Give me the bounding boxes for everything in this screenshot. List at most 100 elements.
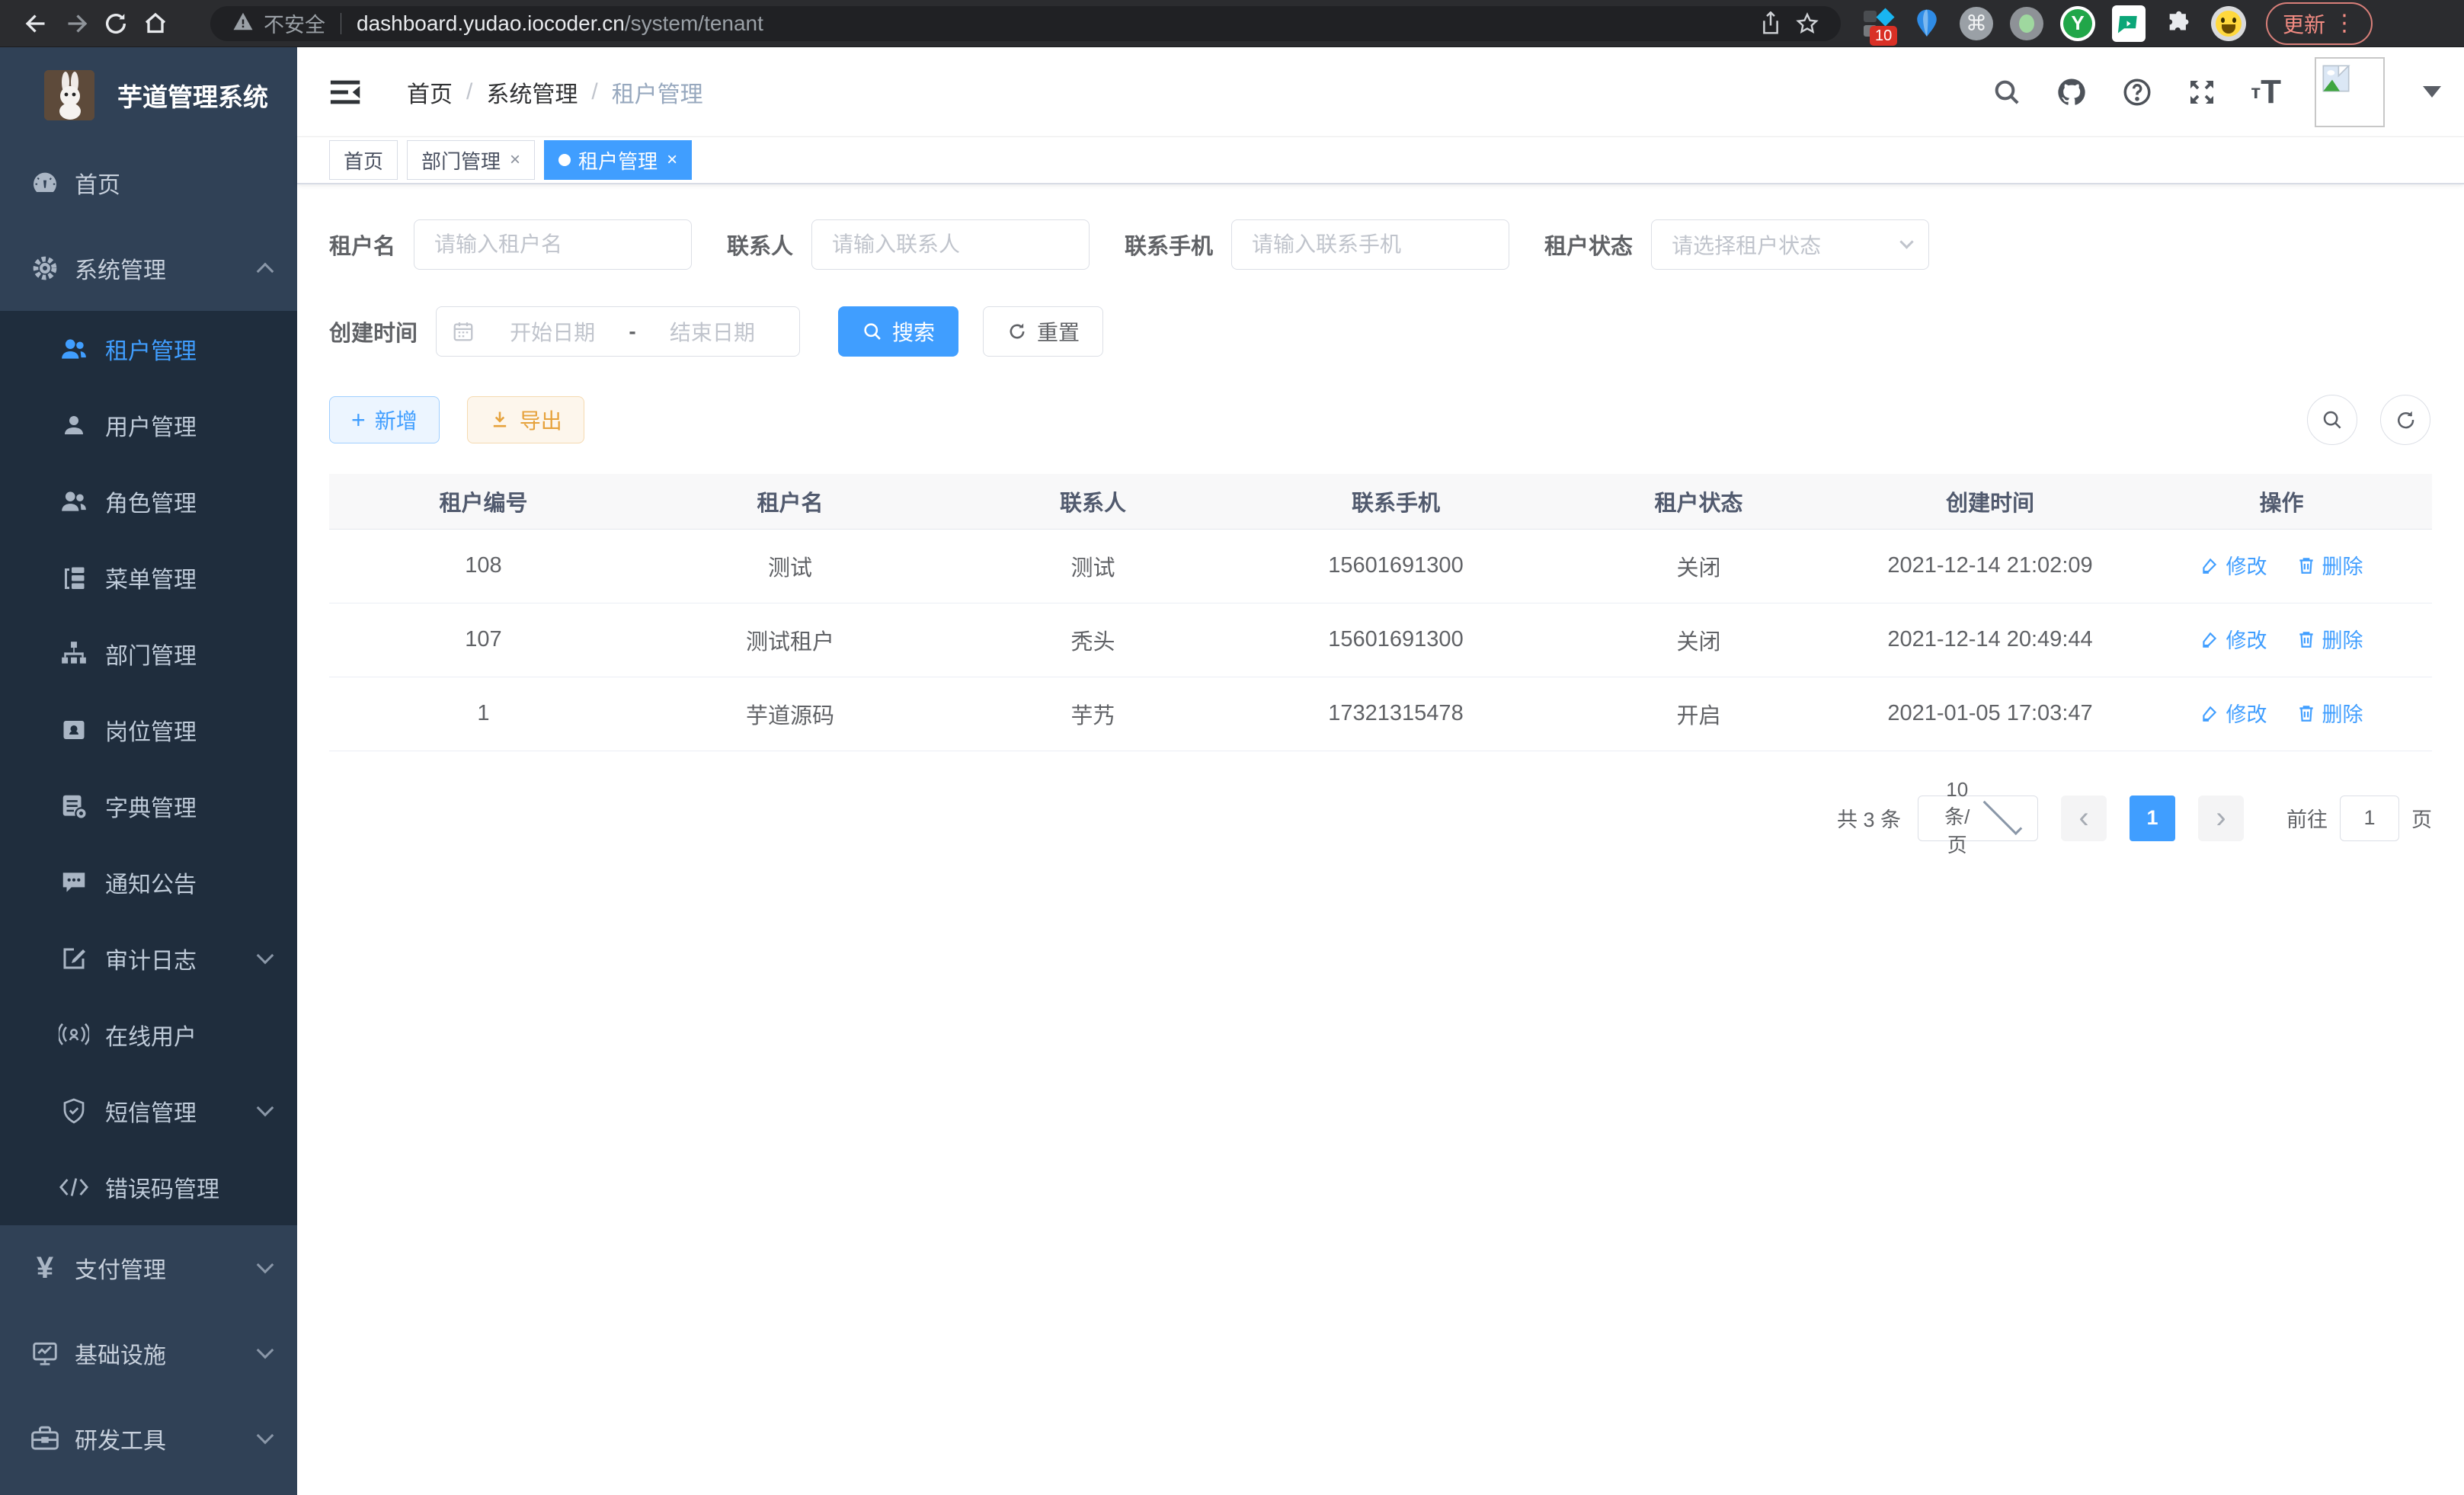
book-gear-icon [58,792,90,821]
monitor-icon [27,1339,62,1368]
goto-label: 前往 [2286,803,2328,833]
status-label: 租户状态 [1544,229,1633,261]
security-label[interactable]: 不安全 [264,8,325,38]
col-tenant-id: 租户编号 [329,474,638,529]
extensions-puzzle-icon[interactable] [2162,8,2194,40]
mobile-input[interactable] [1231,219,1509,270]
search-button[interactable]: 搜索 [838,306,958,357]
help-icon[interactable] [2121,76,2153,108]
sidebar-collapse-icon[interactable] [329,77,364,107]
badge-icon [58,716,90,744]
page-size-select[interactable]: 10条/页 [1918,796,2038,841]
close-icon[interactable]: × [667,149,677,171]
delete-link[interactable]: 删除 [2296,698,2363,728]
sidebar-item-tenant[interactable]: 租户管理 [0,311,297,387]
breadcrumb-home[interactable]: 首页 [407,75,453,109]
sidebar-item-post[interactable]: 岗位管理 [0,692,297,768]
tab-dept[interactable]: 部门管理 × [407,140,535,180]
close-icon[interactable]: × [510,149,520,171]
next-page-button[interactable]: › [2198,796,2244,841]
pagination: 共 3 条 10条/页 ‹ 1 › 前往 页 [329,796,2432,841]
page-header: 首页 / 系统管理 / 租户管理 тT [297,47,2464,137]
code-icon [58,1176,90,1199]
delete-link[interactable]: 删除 [2296,550,2363,580]
tenant-name-input[interactable] [414,219,692,270]
extension-squares-icon[interactable]: 10 [1862,8,1894,40]
extension-chat-icon[interactable] [2112,5,2146,42]
contact-input[interactable] [811,219,1090,270]
col-actions: 操作 [2131,474,2432,529]
sidebar-item-user[interactable]: 用户管理 [0,387,297,463]
sidebar-item-menu[interactable]: 菜单管理 [0,539,297,616]
avatar[interactable] [2315,57,2385,127]
sidebar-item-audit-log[interactable]: 审计日志 [0,920,297,997]
sidebar-item-devtools[interactable]: 研发工具 [0,1396,297,1481]
chevron-up-icon [257,263,274,280]
date-range-picker[interactable]: 开始日期 - 结束日期 [436,306,800,357]
dashboard-icon [27,168,62,198]
sidebar-item-dept[interactable]: 部门管理 [0,616,297,692]
tab-home[interactable]: 首页 [329,140,398,180]
browser-menu-kebab-icon[interactable]: ⋮ [2333,10,2356,37]
col-tenant-name: 租户名 [638,474,942,529]
header-search-icon[interactable] [1992,77,2022,107]
profile-avatar-icon[interactable] [2211,6,2246,41]
tags-view: 首页 部门管理 × 租户管理 × [297,137,2464,184]
extension-balloon-icon[interactable] [1911,8,1943,40]
home-icon[interactable] [136,5,175,42]
sidebar-item-notice[interactable]: 通知公告 [0,844,297,920]
shield-check-icon [58,1097,90,1125]
app-title: 芋道管理系统 [117,77,268,114]
sidebar-item-pay[interactable]: ¥ 支付管理 [0,1225,297,1311]
edit-link[interactable]: 修改 [2200,698,2267,728]
sidebar-item-role[interactable]: 角色管理 [0,463,297,539]
current-page[interactable]: 1 [2130,796,2175,841]
security-warning-icon[interactable] [232,10,254,37]
chevron-down-icon [1899,235,1913,248]
extensions-area: 10 ⌘ Y [1862,5,2246,42]
extension-grey-circle-icon[interactable] [2010,7,2043,40]
sidebar-submenu: 租户管理 用户管理 角色管理 菜单管理 [0,311,297,1225]
sidebar-item-infra[interactable]: 基础设施 [0,1311,297,1396]
delete-link[interactable]: 删除 [2296,624,2363,654]
fullscreen-icon[interactable] [2187,77,2217,107]
avatar-caret-icon[interactable] [2423,86,2441,98]
start-date-placeholder: 开始日期 [481,316,624,347]
bookmark-star-icon[interactable] [1789,7,1826,40]
toggle-search-button[interactable] [2307,395,2357,445]
back-icon[interactable] [17,5,56,42]
extension-y-icon[interactable]: Y [2060,6,2095,41]
reload-icon[interactable] [96,5,136,42]
address-bar[interactable]: 不安全 dashboard.yudao.iocoder.cn /system/t… [210,6,1841,41]
prev-page-button[interactable]: ‹ [2061,796,2107,841]
url-host: dashboard.yudao.iocoder.cn [357,11,625,36]
col-mobile: 联系手机 [1243,474,1548,529]
refresh-table-button[interactable] [2380,395,2430,445]
font-size-icon[interactable]: тT [2251,73,2281,111]
app-logo-row[interactable]: 芋道管理系统 [0,47,297,140]
forward-icon[interactable] [56,5,96,42]
edit-link[interactable]: 修改 [2200,624,2267,654]
github-icon[interactable] [2056,76,2088,108]
sidebar-item-system[interactable]: 系统管理 [0,226,297,311]
share-icon[interactable] [1752,7,1789,40]
sidebar-item-sms[interactable]: 短信管理 [0,1073,297,1149]
status-select[interactable]: 请选择租户状态 [1651,219,1929,270]
trash-icon [2296,555,2316,575]
export-button[interactable]: 导出 [467,396,584,443]
reset-button[interactable]: 重置 [983,306,1103,357]
sidebar-item-errcode[interactable]: 错误码管理 [0,1149,297,1225]
add-button[interactable]: + 新增 [329,396,440,443]
edit-link[interactable]: 修改 [2200,550,2267,580]
extension-command-icon[interactable]: ⌘ [1960,7,1993,40]
browser-update-button[interactable]: 更新 ⋮ [2266,2,2373,45]
goto-page-input[interactable] [2340,796,2399,841]
sidebar-item-online-users[interactable]: 在线用户 [0,997,297,1073]
broadcast-user-icon [58,1022,90,1048]
tab-tenant[interactable]: 租户管理 × [544,140,692,180]
tree-list-icon [58,564,90,591]
sidebar-item-dict[interactable]: 字典管理 [0,768,297,844]
breadcrumb-system[interactable]: 系统管理 [486,75,578,109]
refresh-icon [1006,321,1028,342]
sidebar-item-home[interactable]: 首页 [0,140,297,226]
